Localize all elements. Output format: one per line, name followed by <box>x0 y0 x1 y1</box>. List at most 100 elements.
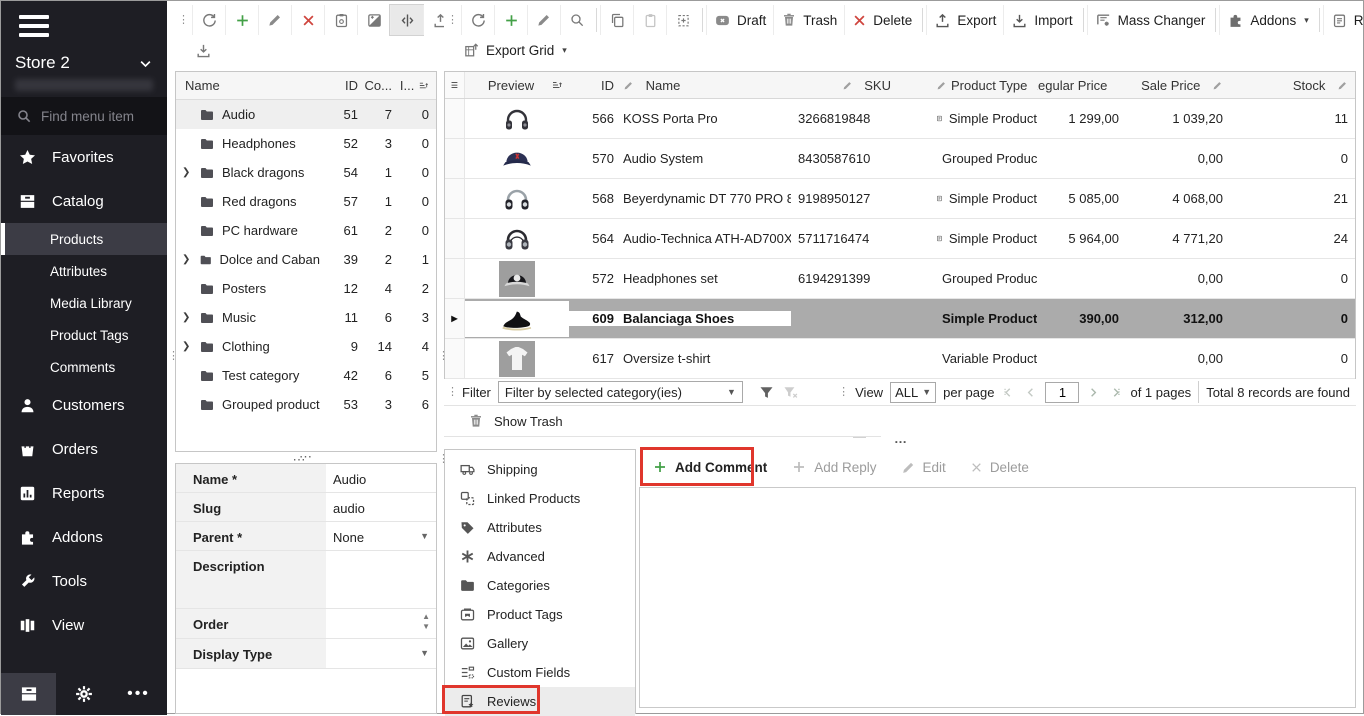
footer-catalog-icon[interactable] <box>1 673 56 715</box>
product-row[interactable]: 570 Audio System 8430587610 Grouped Prod… <box>445 139 1355 179</box>
sidebar-item-orders[interactable]: Orders <box>1 427 167 471</box>
category-row[interactable]: Audio5170 <box>176 100 436 129</box>
grid-menu-icon[interactable]: ☰ <box>445 72 465 98</box>
parent-select[interactable]: None▼ <box>326 522 436 550</box>
refresh-icon[interactable] <box>192 5 225 35</box>
category-row[interactable]: ❯Clothing9144 <box>176 332 436 361</box>
paste-special-icon[interactable] <box>666 5 699 35</box>
draft-button[interactable]: Draft <box>706 5 773 35</box>
description-field[interactable] <box>326 551 436 608</box>
sidebar-item-attributes[interactable]: Attributes <box>1 255 167 287</box>
product-row[interactable]: 617 Oversize t-shirt Variable Product 0,… <box>445 339 1355 379</box>
edit-icon[interactable] <box>258 5 291 35</box>
edit-icon[interactable] <box>527 5 560 35</box>
panel-splitter-handle[interactable]: — <box>853 429 866 444</box>
display-type-select[interactable]: ▼ <box>326 639 436 668</box>
column-header-id[interactable]: ID <box>569 78 619 93</box>
comments-content-area[interactable] <box>639 487 1356 708</box>
delete-comment-button[interactable]: Delete <box>960 450 1039 484</box>
expand-icon[interactable]: ❯ <box>182 167 192 178</box>
addons-button[interactable]: Addons <box>1219 5 1315 35</box>
panel-splitter-handle[interactable]: ⋮ <box>438 456 449 463</box>
page-number-input[interactable] <box>1045 382 1079 403</box>
panel-splitter-handle[interactable]: ⋯⋯ <box>175 451 437 463</box>
column-header-stock[interactable]: Stock <box>1231 78 1357 93</box>
column-header-name[interactable]: Name <box>176 78 320 93</box>
product-row[interactable]: 568 Beyerdynamic DT 770 PRO 80 C 9198950… <box>445 179 1355 219</box>
column-header-order[interactable]: I... <box>392 78 436 93</box>
name-field[interactable]: Audio <box>326 464 436 492</box>
trash-button[interactable]: Trash <box>773 5 844 35</box>
expand-icon[interactable]: ❯ <box>182 312 192 323</box>
image-adjust-icon[interactable] <box>357 5 390 35</box>
toolbar-grip[interactable]: ⋮ <box>447 17 458 24</box>
column-header-id[interactable]: ID <box>320 78 358 93</box>
download-icon[interactable] <box>187 35 220 65</box>
product-row[interactable]: 564 Audio-Technica ATH-AD700X A 57117164… <box>445 219 1355 259</box>
column-header-product-type[interactable]: Product Type <box>931 78 1037 93</box>
search-icon[interactable] <box>560 5 593 35</box>
next-page-icon[interactable] <box>1086 385 1101 400</box>
copy-icon[interactable] <box>600 5 633 35</box>
sidebar-item-customers[interactable]: Customers <box>1 383 167 427</box>
category-row[interactable]: ❯Black dragons5410 <box>176 158 436 187</box>
category-row[interactable]: Red dragons5710 <box>176 187 436 216</box>
panel-splitter-handle[interactable]: ⋮ <box>168 353 179 360</box>
tab-gallery[interactable]: Gallery <box>445 629 635 658</box>
footer-gear-icon[interactable] <box>56 673 111 715</box>
edit-comment-button[interactable]: Edit <box>891 450 956 484</box>
add-icon[interactable] <box>494 5 527 35</box>
toolbar-grip[interactable]: ⋮ <box>447 389 458 396</box>
add-icon[interactable] <box>225 5 258 35</box>
product-row-selected[interactable]: ▶ 609 Balanciaga Shoes Simple Product 39… <box>445 299 1355 339</box>
toolbar-grip[interactable]: ⋮ <box>838 389 849 396</box>
tab-reviews[interactable]: Reviews <box>445 687 635 716</box>
delete-icon[interactable] <box>291 5 324 35</box>
column-header-sale-price[interactable]: Sale Price <box>1127 78 1231 93</box>
sidebar-item-catalog[interactable]: Catalog <box>1 179 167 223</box>
category-row[interactable]: PC hardware6120 <box>176 216 436 245</box>
category-row[interactable]: Headphones5230 <box>176 129 436 158</box>
sidebar-item-view[interactable]: View <box>1 603 167 647</box>
category-row[interactable]: ❯Music1163 <box>176 303 436 332</box>
panel-splitter-handle[interactable]: … <box>894 431 908 446</box>
panel-splitter-handle[interactable]: ⋮ <box>438 353 449 360</box>
last-page-icon[interactable] <box>1108 385 1123 400</box>
expand-icon[interactable]: ❯ <box>182 254 192 265</box>
apply-filter-icon[interactable] <box>758 384 775 401</box>
add-reply-button[interactable]: Add Reply <box>781 450 886 484</box>
column-header-sku[interactable]: SKU <box>791 78 931 93</box>
tab-attributes[interactable]: Attributes <box>445 513 635 542</box>
tab-advanced[interactable]: Advanced <box>445 542 635 571</box>
sidebar-item-media-library[interactable]: Media Library <box>1 287 167 319</box>
column-header-name[interactable]: Name <box>619 78 791 93</box>
column-header-regular-price[interactable]: Regular Price <box>1037 78 1127 93</box>
split-columns-icon[interactable] <box>390 5 423 35</box>
product-row[interactable]: 566 KOSS Porta Pro 3266819848 Simple Pro… <box>445 99 1355 139</box>
sidebar-item-reports[interactable]: Reports <box>1 471 167 515</box>
paste-icon[interactable] <box>633 5 666 35</box>
sidebar-item-comments[interactable]: Comments <box>1 351 167 383</box>
sidebar-item-favorites[interactable]: Favorites <box>1 135 167 179</box>
tab-custom-fields[interactable]: Custom Fields <box>445 658 635 687</box>
category-tree-header[interactable]: Name ID Co... I... <box>176 72 436 100</box>
stepper-arrows-icon[interactable]: ▲▼ <box>422 613 430 630</box>
order-stepper[interactable]: ▲▼ <box>326 609 436 638</box>
clear-filter-icon[interactable] <box>782 384 799 401</box>
expand-icon[interactable]: ❯ <box>182 341 192 352</box>
show-trash-button[interactable]: Show Trash <box>444 406 881 437</box>
column-header-preview[interactable]: Preview <box>465 78 569 93</box>
category-row[interactable]: Grouped product5336 <box>176 390 436 419</box>
sidebar-item-tools[interactable]: Tools <box>1 559 167 603</box>
add-comment-button[interactable]: Add Comment <box>642 450 777 484</box>
hamburger-menu-icon[interactable] <box>19 15 49 37</box>
tab-linked-products[interactable]: Linked Products <box>445 484 635 513</box>
product-grid-header[interactable]: ☰ Preview ID Name SKU Product Type Regul… <box>445 72 1355 99</box>
export-button[interactable]: Export <box>926 5 1003 35</box>
column-header-count[interactable]: Co... <box>358 78 392 93</box>
toolbar-grip[interactable]: ⋮ <box>178 17 189 24</box>
category-row[interactable]: Posters1242 <box>176 274 436 303</box>
tab-categories[interactable]: Categories <box>445 571 635 600</box>
mass-changer-button[interactable]: Mass Changer <box>1087 5 1213 35</box>
filter-select[interactable]: Filter by selected category(ies) ▼ <box>498 381 743 403</box>
